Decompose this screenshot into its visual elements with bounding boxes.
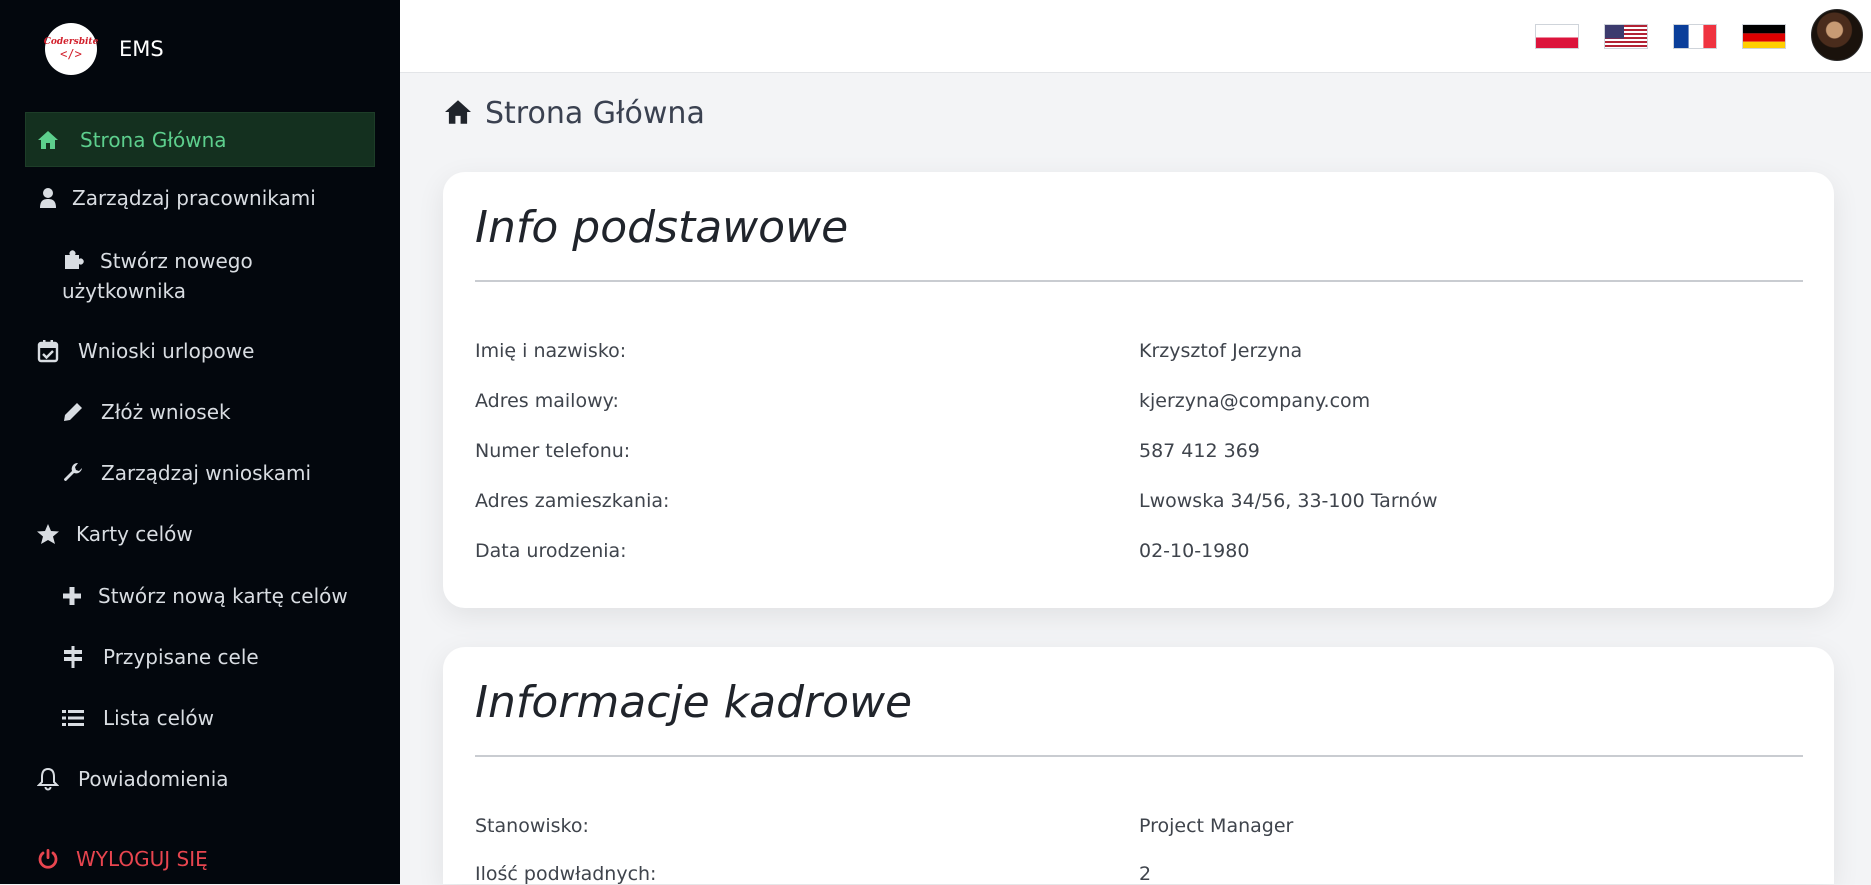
sidebar-item-manage-employees[interactable]: Zarządzaj pracownikami: [36, 186, 316, 210]
poland-flag-icon: [1536, 25, 1578, 48]
sidebar-item-label: Lista celów: [103, 706, 215, 730]
sidebar-item-label: Wnioski urlopowe: [78, 339, 255, 363]
wrench-icon: [61, 461, 85, 485]
field-value: Lwowska 34/56, 33-100 Tarnów: [1139, 490, 1438, 512]
sidebar-item-label: Zarządzaj pracownikami: [72, 186, 316, 210]
field-value: 587 412 369: [1139, 440, 1260, 462]
sidebar-item-notifications[interactable]: Powiadomienia: [36, 767, 229, 791]
sidebar-item-home[interactable]: Strona Główna: [25, 112, 375, 167]
field-label: Adres zamieszkania:: [475, 490, 670, 512]
field-label: Imię i nazwisko:: [475, 340, 627, 362]
field-label: Adres mailowy:: [475, 390, 619, 412]
flag-pl-button[interactable]: [1535, 24, 1579, 49]
flag-fr-button[interactable]: [1673, 24, 1717, 49]
sidebar-item-label: Zarządzaj wnioskami: [101, 461, 312, 485]
page-title: Strona Główna: [443, 96, 705, 131]
sidebar-item-create-goal-card[interactable]: Stwórz nową kartę celów: [60, 584, 348, 608]
home-icon: [443, 99, 473, 129]
field-value: Project Manager: [1139, 815, 1294, 837]
user-icon: [36, 186, 60, 210]
calendar-check-icon: [36, 339, 60, 363]
sidebar-item-assigned-goals[interactable]: Przypisane cele: [61, 645, 259, 669]
bell-icon: [36, 767, 60, 791]
field-value: Krzysztof Jerzyna: [1139, 340, 1303, 362]
user-avatar[interactable]: [1811, 9, 1863, 61]
field-label: Stanowisko:: [475, 815, 589, 837]
list-icon: [61, 706, 85, 730]
hr-info-heading: Informacje kadrowe: [475, 677, 913, 728]
plus-icon: [60, 584, 84, 608]
sidebar-item-label: Przypisane cele: [103, 645, 259, 669]
field-value: 02-10-1980: [1139, 540, 1250, 562]
field-label: Ilość podwładnych:: [475, 863, 657, 885]
signpost-icon: [61, 645, 85, 669]
basic-info-heading: Info podstawowe: [475, 202, 849, 253]
sidebar-item-leave-requests[interactable]: Wnioski urlopowe: [36, 339, 254, 363]
sidebar-item-submit-request[interactable]: Złóż wniosek: [61, 400, 231, 424]
sidebar-item-goal-list[interactable]: Lista celów: [61, 706, 214, 730]
sidebar-item-label: Karty celów: [76, 522, 193, 546]
germany-flag-icon: [1743, 25, 1785, 48]
logout-label: WYLOGUJ SIĘ: [76, 847, 208, 871]
basic-info-card: Info podstawowe Imię i nazwisko: Krzyszt…: [443, 172, 1834, 608]
field-label: Numer telefonu:: [475, 440, 631, 462]
power-icon: [36, 847, 60, 871]
pencil-icon: [61, 400, 85, 424]
france-flag-icon: [1674, 25, 1716, 48]
field-label: Data urodzenia:: [475, 540, 627, 562]
star-icon: [36, 522, 60, 546]
usa-flag-icon: [1605, 25, 1647, 48]
logout-button[interactable]: WYLOGUJ SIĘ: [36, 847, 208, 871]
field-value: 2: [1139, 863, 1152, 885]
home-icon: [36, 128, 60, 152]
sidebar-item-label: Złóż wniosek: [101, 400, 231, 424]
logo-code-glyph: </>: [60, 47, 82, 61]
divider: [475, 280, 1803, 282]
topbar: [400, 0, 1871, 73]
sidebar-item-manage-requests[interactable]: Zarządzaj wnioskami: [61, 461, 311, 485]
page-title-text: Strona Główna: [485, 96, 705, 131]
brand[interactable]: Codersbite </> EMS: [44, 22, 164, 76]
flag-us-button[interactable]: [1604, 24, 1648, 49]
sidebar-item-goal-cards[interactable]: Karty celów: [36, 522, 193, 546]
sidebar-item-label: Powiadomienia: [78, 767, 229, 791]
sidebar-item-label: Stwórz nowego użytkownika: [62, 249, 253, 303]
flag-de-button[interactable]: [1742, 24, 1786, 49]
sidebar-item-label: Stwórz nową kartę celów: [98, 584, 348, 608]
divider: [475, 755, 1803, 757]
puzzle-icon: [62, 248, 86, 272]
app-logo: Codersbite </>: [44, 23, 98, 75]
app-name: EMS: [119, 37, 164, 61]
sidebar: Codersbite </> EMS Strona Główna Zarządz…: [0, 0, 400, 884]
sidebar-item-label: Strona Główna: [80, 127, 227, 152]
field-value: kjerzyna@company.com: [1139, 390, 1371, 412]
hr-info-card: Informacje kadrowe Stanowisko: Project M…: [443, 647, 1834, 885]
sidebar-item-create-user[interactable]: Stwórz nowego użytkownika: [62, 246, 362, 306]
